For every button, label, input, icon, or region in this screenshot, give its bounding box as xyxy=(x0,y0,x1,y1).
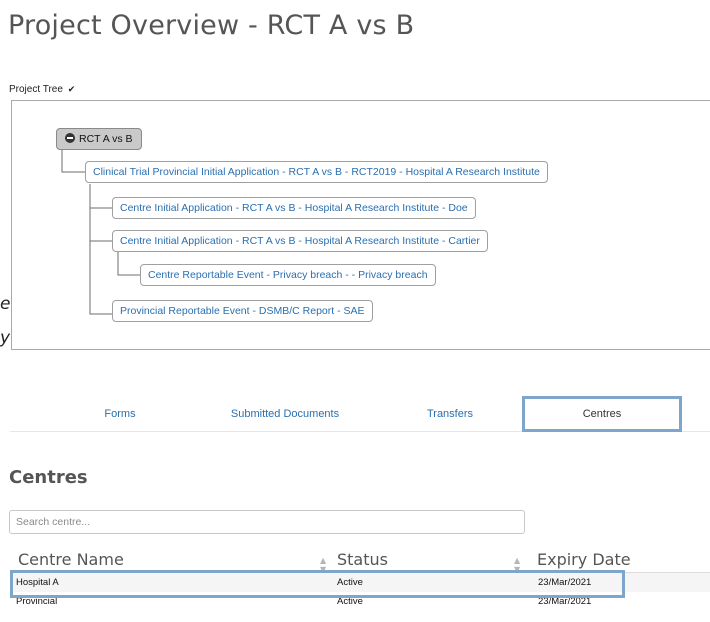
project-tree-label: Project Tree xyxy=(9,84,63,95)
column-header-label: Expiry Date xyxy=(537,550,631,569)
chevron-down-icon: ✔ xyxy=(67,84,76,94)
table-row[interactable]: Hospital A Active 23/Mar/2021 xyxy=(10,572,710,592)
cell-status: Active xyxy=(337,577,363,588)
overlay-text-fragment: e xyxy=(0,294,11,314)
tree-node-provincial-reportable-event[interactable]: Provincial Reportable Event - DSMB/C Rep… xyxy=(112,300,373,322)
column-header-status[interactable]: Status ▲ ▼ xyxy=(337,550,520,574)
column-header-label: Centre Name xyxy=(18,550,124,569)
column-header-expiry-date[interactable]: Expiry Date xyxy=(537,550,631,569)
tree-node-centre-reportable-event[interactable]: Centre Reportable Event - Privacy breach… xyxy=(140,264,436,286)
column-header-centre-name[interactable]: Centre Name ▲ ▼ xyxy=(18,550,326,574)
cell-expiry-date: 23/Mar/2021 xyxy=(538,596,592,607)
overlay-text-fragment: y xyxy=(0,328,11,348)
tree-node-provincial-application[interactable]: Clinical Trial Provincial Initial Applic… xyxy=(85,161,548,183)
page-title: Project Overview - RCT A vs B xyxy=(8,10,415,41)
project-tree-toggle[interactable]: Project Tree ✔ xyxy=(9,84,75,95)
cell-centre-name: Hospital A xyxy=(16,577,59,588)
tab-bar: Forms Submitted Documents Transfers Cent… xyxy=(10,396,710,432)
tree-node-centre-application-cartier[interactable]: Centre Initial Application - RCT A vs B … xyxy=(112,230,488,252)
tree-node-centre-application-doe[interactable]: Centre Initial Application - RCT A vs B … xyxy=(112,197,476,219)
table-header: Centre Name ▲ ▼ Status ▲ ▼ Expiry Date xyxy=(10,550,710,574)
section-title: Centres xyxy=(9,467,88,488)
search-centre-input[interactable] xyxy=(9,510,525,534)
centres-table: Centre Name ▲ ▼ Status ▲ ▼ Expiry Date Hos… xyxy=(10,550,710,612)
cell-centre-name: Provincial xyxy=(16,596,58,607)
tree-node-root[interactable]: RCT A vs B xyxy=(56,128,142,150)
cell-expiry-date: 23/Mar/2021 xyxy=(538,577,592,588)
tab-centres[interactable]: Centres xyxy=(522,396,682,432)
tab-transfers[interactable]: Transfers xyxy=(400,396,500,432)
table-row[interactable]: Provincial Active 23/Mar/2021 xyxy=(10,592,710,612)
tree-node-root-label: RCT A vs B xyxy=(79,133,133,145)
cell-status: Active xyxy=(337,596,363,607)
column-header-label: Status xyxy=(337,550,388,569)
tab-forms[interactable]: Forms xyxy=(70,396,170,432)
minus-circle-icon[interactable] xyxy=(65,133,75,143)
tab-submitted-documents[interactable]: Submitted Documents xyxy=(205,396,365,432)
